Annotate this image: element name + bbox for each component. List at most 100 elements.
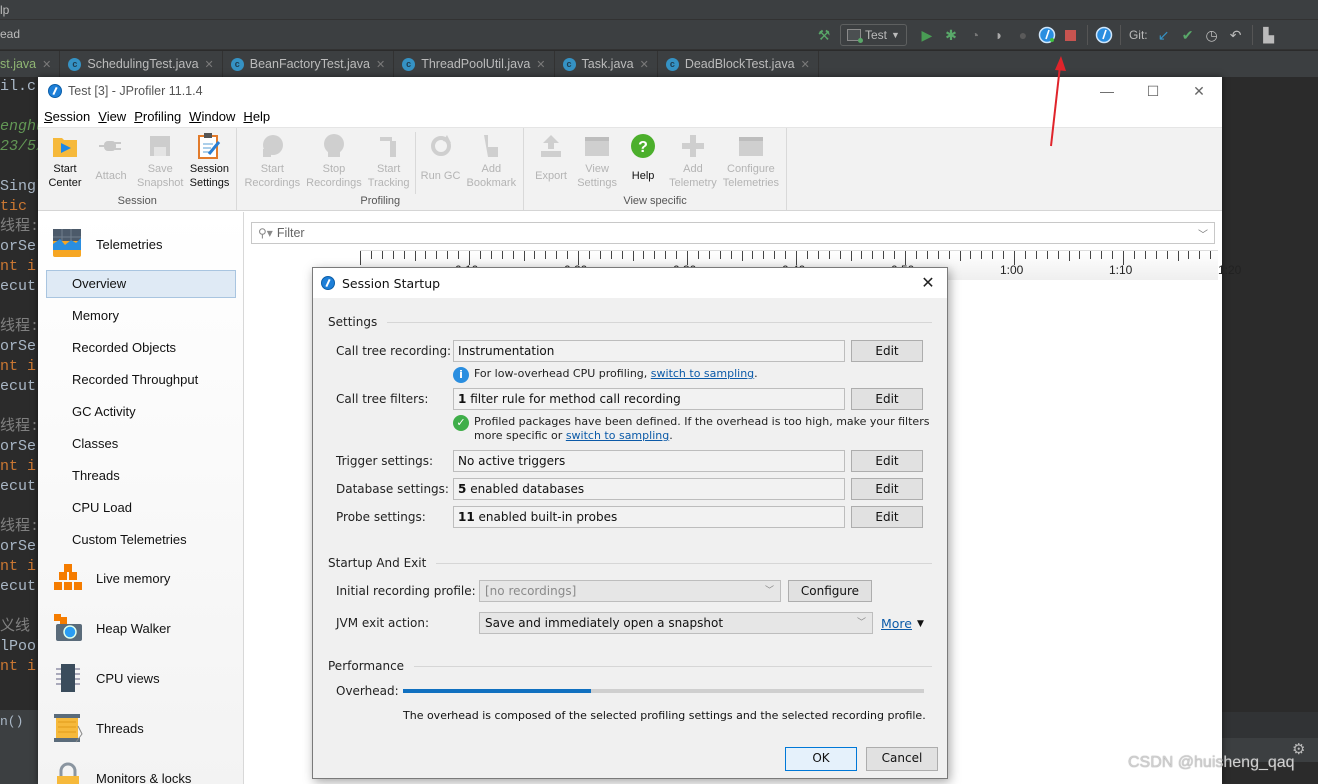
caret-down-icon[interactable]: ▼ <box>917 619 924 629</box>
attach-icon[interactable]: ● <box>1011 23 1035 47</box>
edit-button[interactable]: Edit <box>851 340 923 362</box>
edit-button[interactable]: Edit <box>851 450 923 472</box>
switch-to-sampling-link[interactable]: switch to sampling <box>651 367 754 380</box>
filter-input[interactable]: ⚲▾ Filter ﹀ <box>251 222 1215 244</box>
git-update-icon[interactable]: ↙ <box>1152 23 1176 47</box>
run-gc-button: Run GC <box>418 128 464 194</box>
select-value: [no recordings] <box>485 584 577 598</box>
ok-button[interactable]: OK <box>785 747 857 771</box>
sidebar-section-cpu-views[interactable]: CPU views <box>52 662 160 694</box>
profile-icon[interactable]: ◗ <box>987 23 1011 47</box>
chevron-down-icon[interactable]: ﹀ <box>1198 226 1208 241</box>
add-bookmark-button: Add Bookmark <box>464 128 520 194</box>
jprofiler-help-icon[interactable] <box>1092 23 1116 47</box>
editor-tab[interactable]: c DeadBlockTest.java ✕ <box>658 51 819 77</box>
button-label: Session Settings <box>189 163 230 189</box>
code-editor[interactable]: il.c enghu 23/5/Singl tic 线程: orSe nt i ecut 线程:… <box>0 77 38 717</box>
git-revert-icon[interactable]: ↶ <box>1224 23 1248 47</box>
run-config-select[interactable]: Test ▼ <box>840 24 907 46</box>
close-icon[interactable]: ✕ <box>801 58 810 71</box>
git-commit-icon[interactable]: ✔ <box>1176 23 1200 47</box>
more-link[interactable]: More <box>881 616 912 631</box>
setting-value-field: 1 filter rule for method call recording <box>453 388 845 410</box>
add-icon <box>679 132 707 160</box>
cancel-button[interactable]: Cancel <box>866 747 938 771</box>
ruler-tick <box>1188 251 1190 259</box>
minimize-button[interactable]: — <box>1084 77 1130 105</box>
sidebar-section-live-memory[interactable]: Live memory <box>52 562 170 594</box>
ide-menu-help-fragment[interactable]: lp <box>0 3 9 17</box>
close-button[interactable]: ✕ <box>1176 77 1222 105</box>
build-hammer-icon[interactable]: ⚒ <box>812 23 836 47</box>
ruler-tick <box>643 251 645 259</box>
ruler-tick <box>872 251 874 259</box>
tab-label: st.java <box>0 57 37 71</box>
debug-icon[interactable]: ✱ <box>939 23 963 47</box>
sidebar-item-overview[interactable]: Overview <box>46 270 236 298</box>
git-history-icon[interactable]: ◷ <box>1200 23 1224 47</box>
sidebar-section-monitors-locks[interactable]: Monitors & locks <box>52 762 191 784</box>
close-icon[interactable]: ✕ <box>205 58 214 71</box>
sidebar-item-cpu-load[interactable]: CPU Load <box>46 494 236 522</box>
code-line: ecut <box>0 578 37 595</box>
sidebar-section-telemetries[interactable]: Telemetries <box>52 228 162 260</box>
export-button: Export <box>528 128 574 194</box>
start-center-button[interactable]: Start Center <box>42 128 88 194</box>
maximize-button[interactable]: ☐ <box>1130 77 1176 105</box>
close-icon[interactable]: ✕ <box>640 58 649 71</box>
ruler-label: 1:00 <box>1000 263 1024 277</box>
menu-session[interactable]: Session <box>44 109 96 124</box>
sidebar-item-gc-activity[interactable]: GC Activity <box>46 398 236 426</box>
toolbar-separator <box>1086 25 1088 45</box>
editor-tab[interactable]: st.java ✕ <box>0 51 61 77</box>
configure-button[interactable]: Configure <box>788 580 872 602</box>
edit-button[interactable]: Edit <box>851 506 923 528</box>
ribbon-toolbar: Start Center Attach Save Snapshot Session S… <box>38 127 1222 211</box>
session-settings-button[interactable]: Session Settings <box>186 128 232 194</box>
close-icon[interactable]: ✕ <box>376 58 385 71</box>
sidebar-item-classes[interactable]: Classes <box>46 430 236 458</box>
menu-help[interactable]: Help <box>243 109 276 124</box>
stop-icon[interactable] <box>1059 23 1083 47</box>
sidebar-section-heap-walker[interactable]: Heap Walker <box>52 612 171 644</box>
initial-profile-select: [no recordings] ﹀ <box>479 580 781 602</box>
sidebar-section-label: CPU views <box>96 670 160 686</box>
sampling-hint: i For low-overhead CPU profiling, switch… <box>453 367 758 383</box>
editor-tab[interactable]: c Task.java ✕ <box>555 51 658 77</box>
editor-tab[interactable]: c BeanFactoryTest.java ✕ <box>223 51 395 77</box>
sidebar-item-threads[interactable]: Threads <box>46 462 236 490</box>
sidebar-item-recorded-throughput[interactable]: Recorded Throughput <box>46 366 236 394</box>
switch-to-sampling-link[interactable]: switch to sampling <box>566 429 669 442</box>
project-structure-icon[interactable]: ▙ <box>1257 23 1281 47</box>
coverage-icon[interactable]: ◔ <box>963 23 987 47</box>
close-icon[interactable]: ✕ <box>42 58 51 71</box>
jprofiler-icon[interactable] <box>1035 23 1059 47</box>
setting-value: filter rule for method call recording <box>470 392 681 406</box>
window-titlebar: Test [3] - JProfiler 11.1.4 — ☐ ✕ <box>38 77 1222 105</box>
close-icon[interactable]: ✕ <box>536 58 545 71</box>
sidebar-section-threads[interactable]: Threads <box>52 712 144 744</box>
tracking-icon <box>375 132 403 160</box>
sidebar-item-memory[interactable]: Memory <box>46 302 236 330</box>
edit-button[interactable]: Edit <box>851 478 923 500</box>
ruler-tick <box>1079 251 1081 259</box>
menu-window[interactable]: Window <box>189 109 241 124</box>
code-line: Singl <box>0 178 38 195</box>
run-icon[interactable]: ▶ <box>915 23 939 47</box>
ruler-tick <box>1090 251 1092 259</box>
startup-section-header: Startup And Exit <box>328 556 932 570</box>
help-button[interactable]: ? Help <box>620 128 666 194</box>
edit-button[interactable]: Edit <box>851 388 923 410</box>
editor-tab[interactable]: c SchedulingTest.java ✕ <box>60 51 223 77</box>
menu-view[interactable]: View <box>98 109 132 124</box>
telemetries-icon <box>52 228 84 260</box>
sidebar-item-recorded-objects[interactable]: Recorded Objects <box>46 334 236 362</box>
dialog-close-button[interactable]: ✕ <box>917 272 939 294</box>
chevron-down-icon: ﹀ <box>856 618 866 628</box>
add-telemetry-button: Add Telemetry <box>666 128 720 194</box>
jvm-exit-select[interactable]: Save and immediately open a snapshot ﹀ <box>479 612 873 634</box>
ide-breadcrumb[interactable]: ead <box>0 27 20 41</box>
menu-profiling[interactable]: Profiling <box>134 109 187 124</box>
sidebar-item-custom-telemetries[interactable]: Custom Telemetries <box>46 526 236 554</box>
editor-tab[interactable]: c ThreadPoolUtil.java ✕ <box>394 51 555 77</box>
